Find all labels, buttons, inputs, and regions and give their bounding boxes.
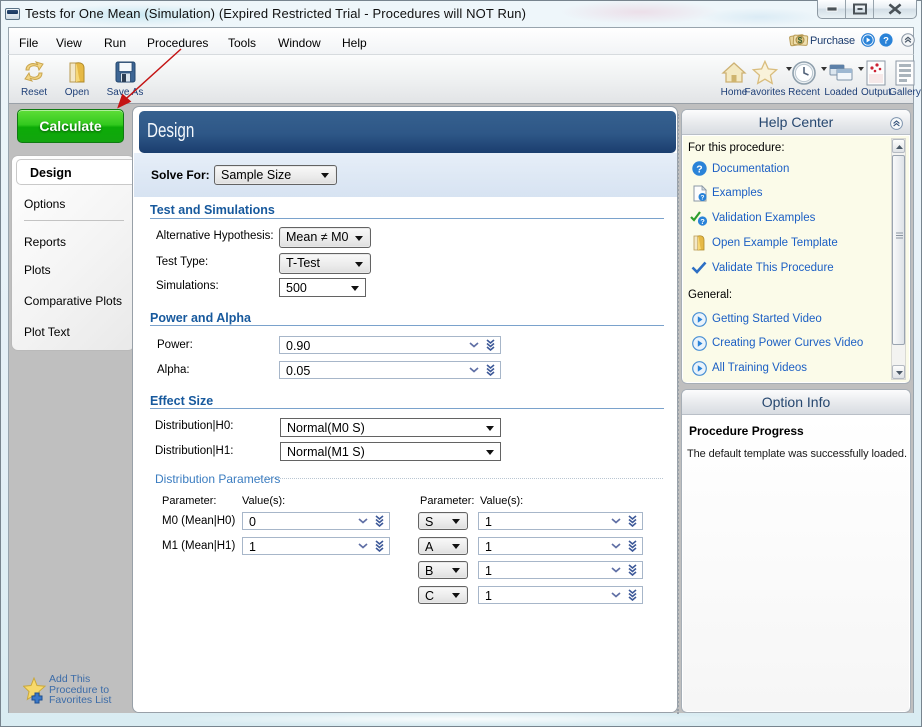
svg-text:?: ?: [883, 35, 889, 46]
svg-text:?: ?: [701, 195, 705, 202]
svg-text:?: ?: [696, 163, 702, 175]
svg-text:$: $: [798, 35, 803, 45]
svg-text:?: ?: [700, 217, 705, 226]
